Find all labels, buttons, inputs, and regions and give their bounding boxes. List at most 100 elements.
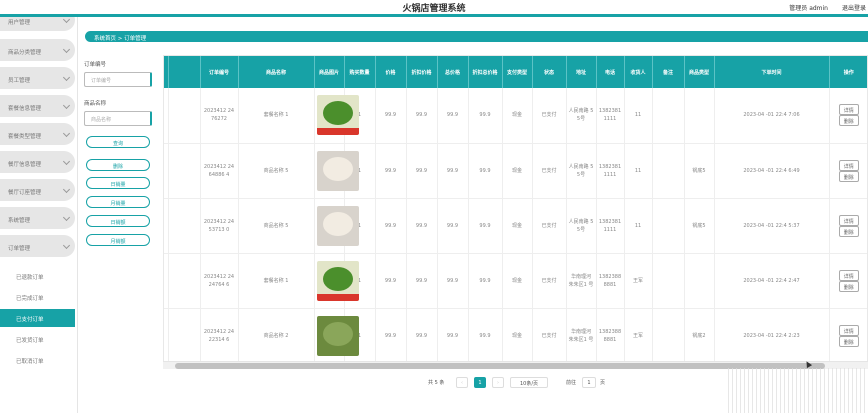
search-button[interactable]: 查询 (86, 136, 150, 148)
sidebar-subitem-3[interactable]: 已发货订单 (0, 330, 75, 348)
cell-phone: 1382381 1111 (596, 88, 625, 144)
column-header: 购买数量 (344, 56, 376, 88)
column-header: 总价格 (437, 56, 469, 88)
row-select-cell[interactable] (168, 88, 201, 144)
table-row: 2023412 2422314 6 商品名称 2 1 99.9 99.9 99.9 99.9… (164, 308, 867, 364)
product-image-cell (314, 308, 359, 364)
cell-type (684, 88, 715, 144)
cell-status: 已支付 (532, 198, 567, 254)
chevron-down-icon (62, 45, 71, 54)
breadcrumb: 系统首页 > 订单管理 (85, 31, 868, 42)
cell-actions: 详情删除 (829, 88, 867, 144)
cell-receiver: 11 (624, 198, 653, 254)
sidebar-subitem-0[interactable]: 已退款订单 (0, 267, 75, 285)
row-select-cell[interactable] (168, 143, 201, 199)
cell-discount-total: 99.9 (468, 308, 503, 364)
column-header: 商品名称 (238, 56, 315, 88)
total-count: 共 5 条 (428, 380, 445, 386)
row-select-cell[interactable] (168, 253, 201, 309)
next-page-button[interactable]: › (492, 377, 504, 388)
cell-product: 商品名称 5 (238, 198, 315, 254)
detail-button[interactable]: 详情 (838, 214, 859, 226)
cell-order-no: 2023412 2464886 4 (200, 143, 239, 199)
sidebar-menu-3[interactable]: 套餐信息管理 (0, 95, 75, 117)
row-select-cell[interactable] (168, 198, 201, 254)
sidebar-menu-label: 商品分类管理 (8, 50, 42, 56)
prev-page-button[interactable]: ‹ (456, 377, 468, 388)
product-name-input[interactable]: 商品名称 (84, 111, 152, 126)
chevron-down-icon (62, 241, 71, 250)
cell-product: 商品名称 2 (238, 308, 315, 364)
cell-status: 已支付 (532, 308, 567, 364)
column-header: 电话 (596, 56, 625, 88)
cell-discount-price: 99.9 (406, 198, 438, 254)
cell-note (652, 88, 685, 144)
food-shape (322, 156, 353, 181)
detail-button[interactable]: 详情 (838, 159, 859, 171)
cell-pay: 现金 (502, 308, 533, 364)
detail-button[interactable]: 详情 (838, 104, 859, 116)
product-image-cell (314, 253, 359, 309)
chevron-down-icon (62, 157, 71, 166)
column-header: 收货人 (624, 56, 653, 88)
product-image-cell (314, 198, 359, 254)
delete-button[interactable]: 删除 (86, 159, 150, 171)
page-1-button[interactable]: 1 (474, 377, 486, 388)
cell-actions: 详情删除 (829, 198, 867, 254)
food-shape (322, 101, 353, 126)
daily-sales-button[interactable]: 日销量 (86, 177, 150, 189)
sidebar-subitem-2[interactable]: 已支付订单 (0, 309, 75, 327)
row-select-cell[interactable] (168, 308, 201, 364)
monthly-sales-button[interactable]: 月销量 (86, 196, 150, 208)
cell-status: 已支付 (532, 88, 567, 144)
cell-actions: 详情删除 (829, 143, 867, 199)
cell-phone: 1382381 1111 (596, 143, 625, 199)
cell-total: 99.9 (437, 253, 469, 309)
cell-time: 2023-04 -01 22:4 2:47 (714, 253, 830, 309)
order-no-label: 订单编号 (84, 62, 107, 68)
sidebar-menu-8[interactable]: 订单管理 (0, 235, 75, 257)
sidebar-menu-label: 套餐信息管理 (8, 106, 42, 112)
food-shape (322, 211, 353, 236)
select-all-column[interactable] (168, 56, 201, 88)
row-delete-button[interactable]: 删除 (838, 225, 859, 237)
page-size-select[interactable]: 10条/页 (510, 377, 548, 388)
sidebar-menu-0[interactable]: 用户管理 (0, 17, 75, 31)
column-header: 价格 (375, 56, 407, 88)
row-delete-button[interactable]: 删除 (838, 115, 859, 127)
table-row: 2023412 2464886 4 商品名称 5 1 99.9 99.9 99.9 99.9… (164, 143, 867, 199)
sidebar-menu-5[interactable]: 餐厅信息管理 (0, 151, 75, 173)
sidebar-menu-2[interactable]: 员工管理 (0, 67, 75, 89)
chevron-down-icon (62, 129, 71, 138)
cell-price: 99.9 (375, 253, 407, 309)
column-header: 订单编号 (200, 56, 239, 88)
cell-type: 锅底5 (684, 143, 715, 199)
monthly-revenue-button[interactable]: 月销额 (86, 234, 150, 246)
image-banner (316, 293, 359, 301)
column-header: 商品类型 (684, 56, 715, 88)
sidebar-menu-6[interactable]: 餐厅订座管理 (0, 179, 75, 201)
sidebar-menu-4[interactable]: 套餐类型管理 (0, 123, 75, 145)
cell-order-no: 2023412 2422314 6 (200, 308, 239, 364)
cell-addr: 人民南路 55号 (566, 143, 597, 199)
sidebar-menu-1[interactable]: 商品分类管理 (0, 39, 75, 61)
row-delete-button[interactable]: 删除 (838, 335, 859, 347)
cell-pay: 现金 (502, 88, 533, 144)
detail-button[interactable]: 详情 (838, 269, 859, 281)
food-shape (322, 266, 353, 291)
cell-type: 锅底5 (684, 198, 715, 254)
row-delete-button[interactable]: 删除 (838, 170, 859, 182)
cell-total: 99.9 (437, 88, 469, 144)
sidebar-subitem-1[interactable]: 已完成订单 (0, 288, 75, 306)
order-no-input[interactable]: 订单编号 (84, 72, 152, 87)
cell-time: 2023-04 -01 22:4 5:37 (714, 198, 830, 254)
logout-link[interactable]: 退出登录 (842, 3, 866, 12)
daily-revenue-button[interactable]: 日销额 (86, 215, 150, 227)
sidebar-menu-7[interactable]: 系统管理 (0, 207, 75, 229)
row-delete-button[interactable]: 删除 (838, 280, 859, 292)
sidebar-subitem-4[interactable]: 已取消订单 (0, 351, 75, 369)
detail-button[interactable]: 详情 (838, 324, 859, 336)
goto-page-input[interactable]: 1 (582, 377, 596, 388)
column-header: 操作 (829, 56, 867, 88)
cell-receiver: 11 (624, 143, 653, 199)
